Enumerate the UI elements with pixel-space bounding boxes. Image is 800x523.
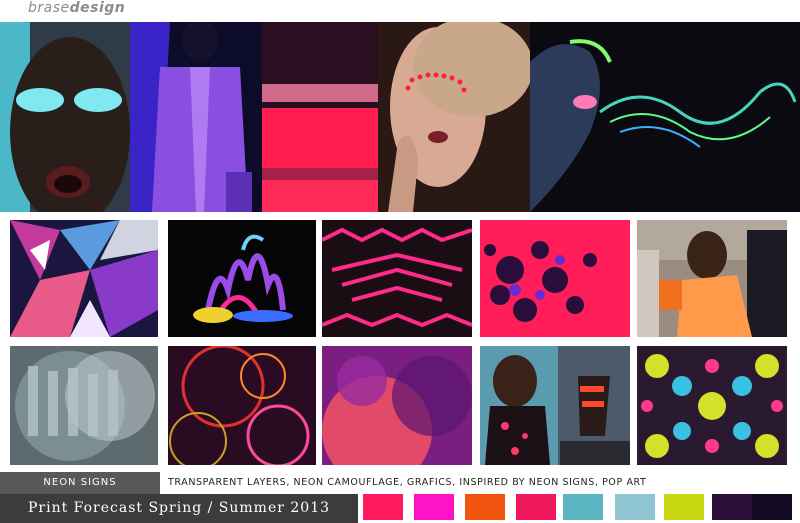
shattered-prism-image xyxy=(10,220,158,337)
forecast-title: Print Forecast Spring / Summer 2013 xyxy=(0,494,358,523)
neon-liquid-sculpture-image xyxy=(168,220,316,337)
neon-camouflage-looks-image xyxy=(480,346,630,465)
neon-lips-smoke-image xyxy=(530,22,800,212)
palette-swatch xyxy=(712,494,752,520)
palette-swatch xyxy=(615,494,655,520)
palette-swatch xyxy=(465,494,505,520)
pink-floral-silhouette-image xyxy=(480,220,630,337)
brand-name-part2: design xyxy=(69,0,126,16)
mirrored-neon-camouflage-image xyxy=(637,346,787,465)
purple-shirt-figure-image xyxy=(130,22,262,212)
face-cyan-eyeshadow-image xyxy=(0,22,130,212)
transparent-silhouettes-image xyxy=(10,346,158,465)
theme-tag: neon signs xyxy=(0,472,160,494)
palette-swatch xyxy=(752,494,792,520)
purple-pink-circles-image xyxy=(322,346,472,465)
brand-logo: brasedesign xyxy=(28,0,125,16)
orange-jacket-street-image xyxy=(637,220,787,337)
pink-color-blocks-image xyxy=(262,22,378,212)
brand-name-part1: brase xyxy=(28,0,70,16)
palette-swatch xyxy=(414,494,454,520)
palette-swatch xyxy=(563,494,603,520)
neon-circle-rings-image xyxy=(168,346,316,465)
pink-zigzag-stitch-image xyxy=(322,220,472,337)
palette-swatch xyxy=(516,494,556,520)
theme-description: transparent layers, neon camouflage, gra… xyxy=(168,477,647,488)
palette-swatch xyxy=(363,494,403,520)
neon-dotted-face-image xyxy=(378,22,530,212)
palette-swatch xyxy=(664,494,704,520)
